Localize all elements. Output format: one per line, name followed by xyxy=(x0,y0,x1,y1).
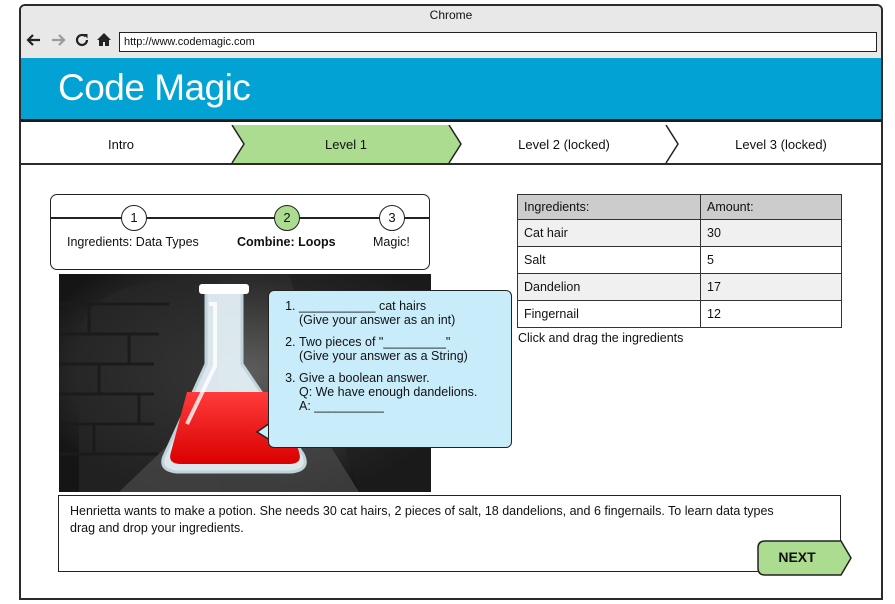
tab-level-3[interactable]: Level 3 (locked) xyxy=(716,137,846,152)
browser-window: Chrome http://www.codemagic.com Code Mag… xyxy=(19,4,883,600)
level-navigation: Intro Level 1 Level 2 (locked) Level 3 (… xyxy=(21,125,881,165)
ingredient-name[interactable]: Cat hair xyxy=(517,219,701,247)
main-content: 1 2 3 Ingredients: Data Types Combine: L… xyxy=(21,166,881,598)
step-3-label: Magic! xyxy=(373,235,410,249)
question-text: Give a boolean answer. xyxy=(299,371,430,385)
ingredients-table: Ingredients: Amount: Cat hair 30 Salt 5 … xyxy=(517,194,842,328)
table-row[interactable]: Cat hair 30 xyxy=(517,219,842,247)
story-text-box: Henrietta wants to make a potion. She ne… xyxy=(58,495,841,572)
forward-arrow-icon[interactable] xyxy=(50,32,66,48)
progress-line xyxy=(51,217,429,219)
step-2-circle[interactable]: 2 xyxy=(274,205,300,231)
table-header-row: Ingredients: Amount: xyxy=(517,194,842,220)
ingredient-name[interactable]: Fingernail xyxy=(517,300,701,328)
home-icon[interactable] xyxy=(96,32,112,48)
step-1-circle[interactable]: 1 xyxy=(121,205,147,231)
browser-titlebar: Chrome http://www.codemagic.com xyxy=(21,6,881,61)
question-hint: (Give your answer as a String) xyxy=(299,349,468,363)
question-list: ___________ cat hairs (Give your answer … xyxy=(299,299,499,413)
drag-hint: Click and drag the ingredients xyxy=(518,331,684,345)
column-header-amount: Amount: xyxy=(700,194,842,220)
step-2-label: Combine: Loops xyxy=(237,235,336,249)
tab-level-1[interactable]: Level 1 xyxy=(286,137,406,152)
ingredient-name[interactable]: Salt xyxy=(517,246,701,274)
question-text: Two pieces of "_________" xyxy=(299,335,451,349)
question-hint: Q: We have enough dandelions. xyxy=(299,385,478,399)
next-button[interactable]: NEXT xyxy=(757,549,837,565)
back-arrow-icon[interactable] xyxy=(26,32,42,48)
question-answer: A: __________ xyxy=(299,399,384,413)
tab-level-2[interactable]: Level 2 (locked) xyxy=(499,137,629,152)
ingredient-name[interactable]: Dandelion xyxy=(517,273,701,301)
tab-divider xyxy=(665,125,679,164)
question-item: Give a boolean answer. Q: We have enough… xyxy=(299,371,499,413)
table-row[interactable]: Salt 5 xyxy=(517,246,842,274)
ingredient-amount: 30 xyxy=(700,219,842,247)
question-item: Two pieces of "_________" (Give your ans… xyxy=(299,335,499,363)
question-text: ___________ cat hairs xyxy=(299,299,427,313)
site-logo[interactable]: Code Magic xyxy=(58,67,251,109)
ingredient-amount: 17 xyxy=(700,273,842,301)
window-title: Chrome xyxy=(429,8,473,22)
question-bubble: ___________ cat hairs (Give your answer … xyxy=(268,290,512,448)
address-bar[interactable]: http://www.codemagic.com xyxy=(119,32,877,52)
column-header-ingredients: Ingredients: xyxy=(517,194,701,220)
question-hint: (Give your answer as an int) xyxy=(299,313,456,327)
progress-steps: 1 2 3 Ingredients: Data Types Combine: L… xyxy=(50,194,430,270)
step-3-circle[interactable]: 3 xyxy=(379,205,405,231)
ingredient-amount: 12 xyxy=(700,300,842,328)
table-row[interactable]: Dandelion 17 xyxy=(517,273,842,301)
ingredient-amount: 5 xyxy=(700,246,842,274)
step-1-label: Ingredients: Data Types xyxy=(67,235,199,249)
site-header: Code Magic xyxy=(21,58,881,122)
table-row[interactable]: Fingernail 12 xyxy=(517,300,842,328)
question-item: ___________ cat hairs (Give your answer … xyxy=(299,299,499,327)
tab-intro[interactable]: Intro xyxy=(61,137,181,152)
reload-icon[interactable] xyxy=(74,32,90,48)
